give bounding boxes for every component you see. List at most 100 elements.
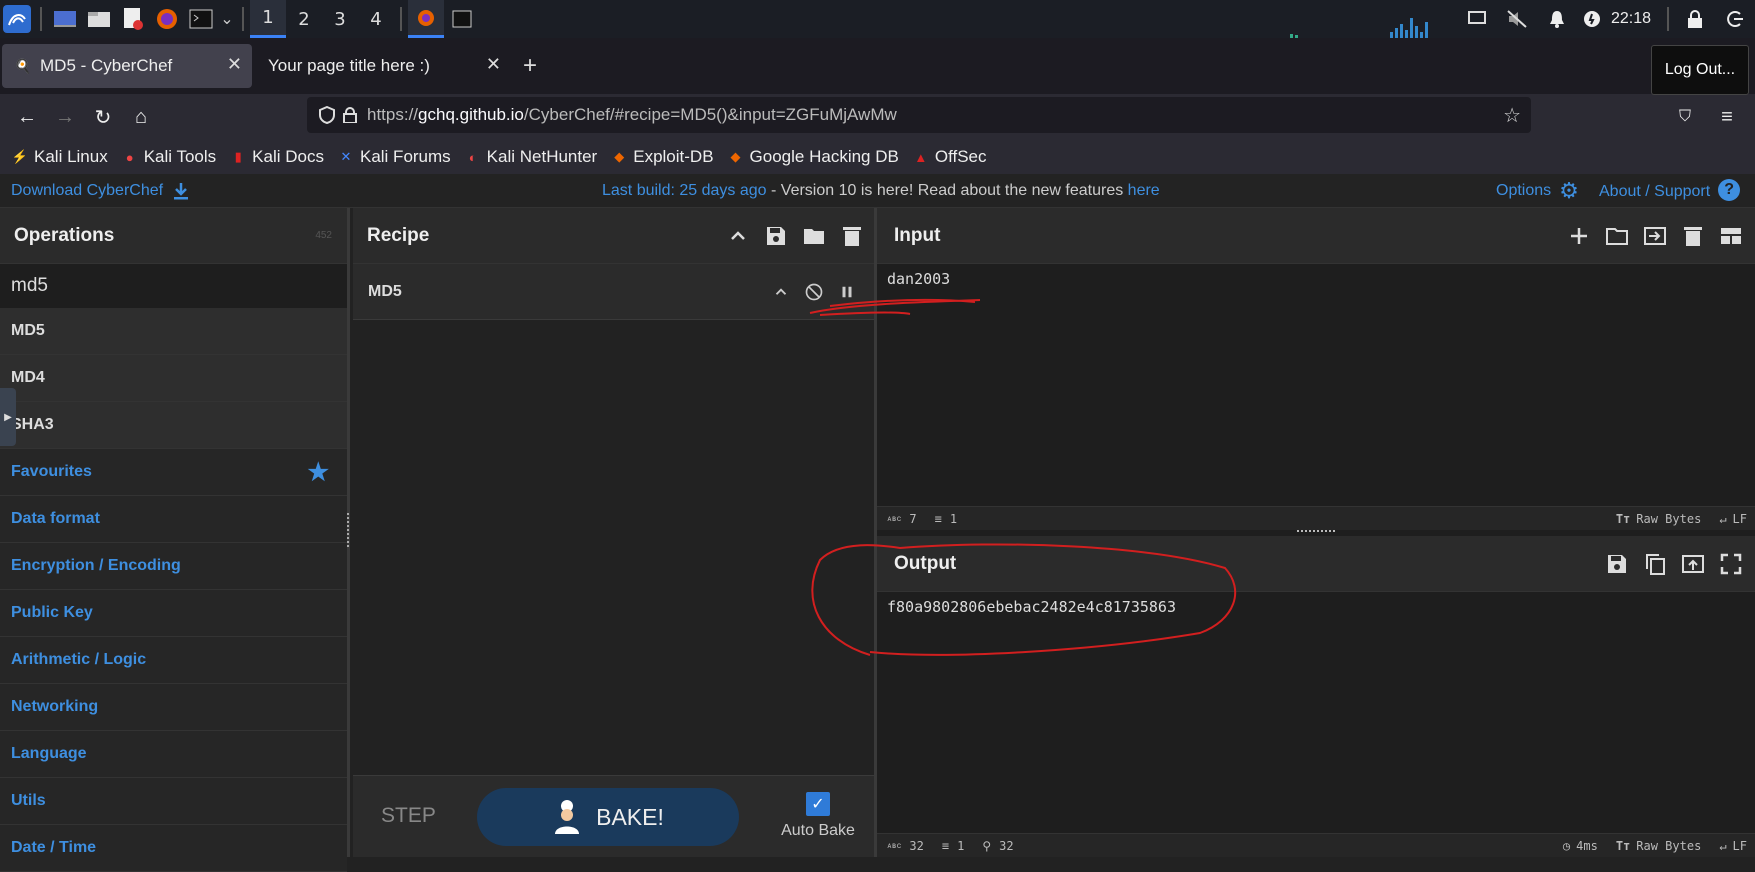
url-bar[interactable]: https://gchq.github.io/CyberChef/#recipe…	[307, 97, 1531, 133]
category-public-key[interactable]: Public Key	[0, 590, 347, 637]
recipe-operation-md5[interactable]: MD5	[353, 264, 876, 320]
notification-bell-icon[interactable]	[1537, 2, 1577, 36]
category-language[interactable]: Language	[0, 731, 347, 778]
download-icon	[173, 182, 189, 200]
auto-bake-toggle[interactable]: ✓ Auto Bake	[773, 792, 863, 840]
menu-icon[interactable]: ≡	[1708, 98, 1746, 136]
bake-button[interactable]: BAKE!	[477, 788, 739, 846]
firefox-window-button[interactable]	[408, 0, 444, 38]
category-data-format[interactable]: Data format	[0, 496, 347, 543]
output-eol[interactable]: ↵ LF	[1719, 839, 1747, 853]
trash-icon[interactable]	[840, 224, 864, 248]
category-date-time[interactable]: Date / Time	[0, 825, 347, 872]
category-arithmetic-logic[interactable]: Arithmetic / Logic	[0, 637, 347, 684]
bookmark-kali-tools[interactable]: ● Kali Tools	[122, 147, 216, 167]
shield-icon[interactable]	[319, 106, 335, 124]
file-manager-icon[interactable]	[82, 2, 116, 36]
disable-icon[interactable]	[804, 282, 824, 302]
banner-here-link[interactable]: here	[1128, 182, 1160, 199]
workspace-4[interactable]: 4	[358, 0, 394, 38]
bookmark-google-hacking-db[interactable]: ◆ Google Hacking DB	[728, 147, 899, 167]
clock[interactable]: 22:18	[1611, 10, 1651, 28]
download-cyberchef-link[interactable]: Download CyberChef	[11, 182, 189, 200]
recipe-op-controls	[772, 282, 856, 302]
bookmark-offsec[interactable]: ▲ OffSec	[913, 147, 986, 167]
input-textarea[interactable]: dan2003	[877, 264, 1755, 288]
star-icon[interactable]: ☆	[1503, 103, 1521, 128]
tab-cyberchef[interactable]: 🍳 MD5 - CyberChef ✕	[2, 44, 252, 88]
workspace-1[interactable]: 1	[250, 0, 286, 38]
back-icon[interactable]: ←	[8, 98, 46, 136]
output-text[interactable]: f80a9802806ebebac2482e4c81735863	[877, 592, 1755, 616]
chevron-up-icon[interactable]	[726, 224, 750, 248]
save-icon[interactable]	[1605, 552, 1629, 576]
import-icon[interactable]	[1643, 224, 1667, 248]
pause-icon[interactable]	[838, 283, 856, 301]
output-toolbar	[1605, 552, 1743, 576]
category-networking[interactable]: Networking	[0, 684, 347, 731]
logout-icon[interactable]	[1715, 2, 1755, 36]
forward-icon[interactable]: →	[46, 98, 84, 136]
abc-icon: ᴀʙᴄ	[887, 513, 902, 523]
folder-icon[interactable]	[802, 224, 826, 248]
panel-resize-handle[interactable]	[347, 513, 350, 547]
browser-tab-strip: 🍳 MD5 - CyberChef ✕ Your page title here…	[0, 38, 1755, 94]
options-link[interactable]: Options ⚙	[1496, 180, 1579, 202]
step-button[interactable]: STEP	[381, 804, 436, 828]
tab-page-title[interactable]: Your page title here :) ✕	[256, 44, 511, 88]
input-eol[interactable]: ↵ LF	[1719, 512, 1747, 526]
last-build-link[interactable]: Last build: 25 days ago	[602, 182, 767, 199]
bookmark-exploit-db[interactable]: ◆ Exploit-DB	[611, 147, 713, 167]
bookmark-kali-docs[interactable]: ▮ Kali Docs	[230, 147, 324, 167]
copy-icon[interactable]	[1643, 552, 1667, 576]
folder-icon[interactable]	[1605, 224, 1629, 248]
output-position: ⚲ 32	[982, 838, 1014, 853]
close-icon[interactable]: ✕	[486, 54, 501, 75]
workspace-3[interactable]: 3	[322, 0, 358, 38]
workspace-2[interactable]: 2	[286, 0, 322, 38]
operation-md4[interactable]: MD4	[0, 355, 347, 402]
kali-menu-icon[interactable]	[0, 2, 34, 36]
terminal-launcher-icon[interactable]	[184, 2, 218, 36]
chevron-down-icon[interactable]: ⌄	[218, 2, 236, 36]
terminal-window-button[interactable]	[444, 0, 480, 38]
category-utils[interactable]: Utils	[0, 778, 347, 825]
location-pin-icon: ⚲	[982, 838, 992, 853]
close-icon[interactable]: ✕	[227, 54, 242, 75]
firefox-launcher-icon[interactable]	[150, 2, 184, 36]
power-manager-icon[interactable]	[1577, 2, 1607, 36]
save-icon[interactable]	[764, 224, 788, 248]
side-handle[interactable]: ▶	[0, 388, 16, 446]
text-editor-icon[interactable]	[116, 2, 150, 36]
bookmark-kali-nethunter[interactable]: ◐ Kali NetHunter	[465, 147, 598, 167]
pocket-icon[interactable]: ⛉	[1666, 98, 1704, 136]
operation-md5[interactable]: MD5	[0, 308, 347, 355]
reload-icon[interactable]: ↻	[84, 98, 122, 136]
lock-icon[interactable]	[343, 107, 357, 123]
volume-muted-icon[interactable]	[1497, 2, 1537, 36]
new-tab-icon[interactable]: +	[523, 52, 537, 80]
bookmark-kali-linux[interactable]: ⚡ Kali Linux	[12, 147, 108, 167]
chevron-up-icon[interactable]	[772, 283, 790, 301]
trash-icon[interactable]	[1681, 224, 1705, 248]
show-desktop-icon[interactable]	[48, 2, 82, 36]
input-encoding[interactable]: Tт Raw Bytes	[1616, 512, 1701, 526]
bake-bar: STEP BAKE! ✓ Auto Bake	[353, 775, 876, 857]
checkbox-checked-icon[interactable]: ✓	[806, 792, 830, 816]
about-support-link[interactable]: About / Support ?	[1599, 179, 1741, 201]
output-encoding[interactable]: Tт Raw Bytes	[1616, 839, 1701, 853]
category-favourites[interactable]: Favourites ★	[0, 449, 347, 496]
home-icon[interactable]: ⌂	[122, 98, 160, 136]
maximize-icon[interactable]	[1719, 552, 1743, 576]
replace-input-icon[interactable]	[1681, 552, 1705, 576]
operation-sha3[interactable]: SHA3	[0, 402, 347, 449]
layout-icon[interactable]	[1719, 224, 1743, 248]
output-length: ᴀʙᴄ 32	[887, 838, 924, 853]
operations-search-input[interactable]: md5	[0, 264, 347, 308]
lock-icon[interactable]	[1675, 2, 1715, 36]
display-icon[interactable]	[1457, 2, 1497, 36]
category-encryption-encoding[interactable]: Encryption / Encoding	[0, 543, 347, 590]
add-tab-icon[interactable]	[1567, 224, 1591, 248]
bookmark-kali-forums[interactable]: ✕ Kali Forums	[338, 147, 451, 167]
io-resize-handle[interactable]	[1297, 530, 1335, 534]
